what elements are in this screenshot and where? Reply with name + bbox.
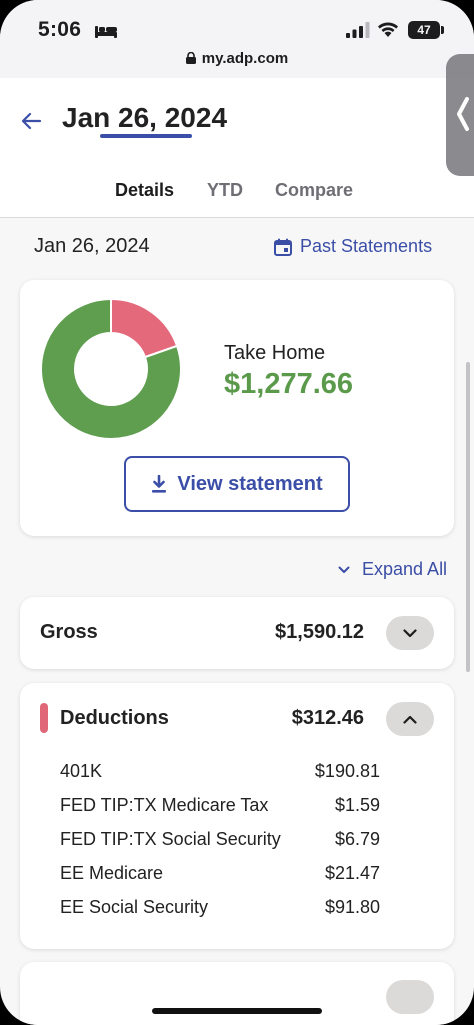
deduction-row: EE Medicare $21.47 xyxy=(60,861,380,895)
deduction-label: FED TIP:TX Medicare Tax xyxy=(60,795,269,815)
back-arrow-icon[interactable] xyxy=(20,110,42,132)
expand-all-label: Expand All xyxy=(362,559,448,579)
page-title: Jan 26, 2024 xyxy=(62,102,228,133)
page-header: Jan 26, 2024 Details YTD Compare xyxy=(0,78,474,218)
gross-expand-button[interactable] xyxy=(386,616,434,650)
deductions-list: 401K $190.81 FED TIP:TX Medicare Tax $1.… xyxy=(60,759,380,929)
url-text: my.adp.com xyxy=(201,50,289,67)
deduction-amount: $1.59 xyxy=(334,795,380,815)
status-time: 5:06 xyxy=(38,18,82,41)
active-tab-indicator xyxy=(100,134,192,138)
expand-all-link[interactable]: Expand All xyxy=(338,559,447,580)
gross-section[interactable]: Gross $1,590.12 xyxy=(20,597,454,669)
sleep-focus-icon xyxy=(95,26,117,38)
statement-date: Jan 26, 2024 xyxy=(34,235,150,257)
take-home-label: Take Home xyxy=(224,342,326,364)
tab-bar: Details YTD Compare xyxy=(0,178,474,218)
chevron-down-icon xyxy=(338,566,350,573)
lock-icon xyxy=(185,52,196,64)
scrollbar[interactable] xyxy=(466,362,470,672)
next-section-expand-button[interactable] xyxy=(386,980,434,1014)
wifi-icon xyxy=(378,22,398,37)
chevron-down-icon xyxy=(403,628,417,637)
deductions-collapse-button[interactable] xyxy=(386,702,434,736)
url-bar[interactable]: my.adp.com xyxy=(0,50,474,67)
next-section-card[interactable] xyxy=(20,962,454,1025)
deductions-amount: $312.46 xyxy=(291,707,364,729)
deduction-amount: $91.80 xyxy=(324,897,380,917)
deduction-amount: $21.47 xyxy=(324,863,380,883)
deduction-label: EE Medicare xyxy=(60,863,164,883)
deduction-row: FED TIP:TX Medicare Tax $1.59 xyxy=(60,793,380,827)
phone-screen: 5:06 47 my.adp.com Jan 26, 2024 Details … xyxy=(0,0,474,1025)
view-statement-label: View statement xyxy=(177,472,323,495)
view-statement-button[interactable]: View statement xyxy=(124,456,350,512)
take-home-summary-card: Take Home $1,277.66 View statement xyxy=(20,280,454,536)
status-bar: 5:06 47 my.adp.com xyxy=(0,0,474,78)
chevron-up-icon xyxy=(403,715,417,724)
deduction-row: EE Social Security $91.80 xyxy=(60,895,380,929)
chevron-left-icon xyxy=(457,97,469,131)
gross-amount: $1,590.12 xyxy=(275,621,364,643)
deductions-label: Deductions xyxy=(60,707,169,729)
deductions-section: Deductions $312.46 401K $190.81 FED TIP:… xyxy=(20,683,454,949)
tab-ytd[interactable]: YTD xyxy=(207,180,243,201)
pay-breakdown-donut-chart xyxy=(40,298,182,440)
deduction-label: 401K xyxy=(60,761,103,781)
deduction-label: EE Social Security xyxy=(60,897,209,917)
cellular-signal-icon xyxy=(346,22,370,38)
battery-icon: 47 xyxy=(408,21,440,39)
deduction-amount: $6.79 xyxy=(334,829,380,849)
deduction-row: FED TIP:TX Social Security $6.79 xyxy=(60,827,380,861)
take-home-amount: $1,277.66 xyxy=(224,368,354,400)
calendar-icon xyxy=(274,238,292,256)
past-statements-label: Past Statements xyxy=(300,236,433,256)
battery-tip xyxy=(441,26,444,34)
deduction-amount: $190.81 xyxy=(314,761,380,781)
deduction-label: FED TIP:TX Social Security xyxy=(60,829,281,849)
deductions-color-marker xyxy=(40,703,48,733)
tab-compare[interactable]: Compare xyxy=(275,180,353,201)
download-icon xyxy=(152,475,167,493)
deduction-row: 401K $190.81 xyxy=(60,759,380,793)
gross-label: Gross xyxy=(40,621,98,643)
home-indicator[interactable] xyxy=(152,1008,322,1014)
past-statements-link[interactable]: Past Statements xyxy=(274,236,432,257)
tab-details[interactable]: Details xyxy=(115,180,174,201)
